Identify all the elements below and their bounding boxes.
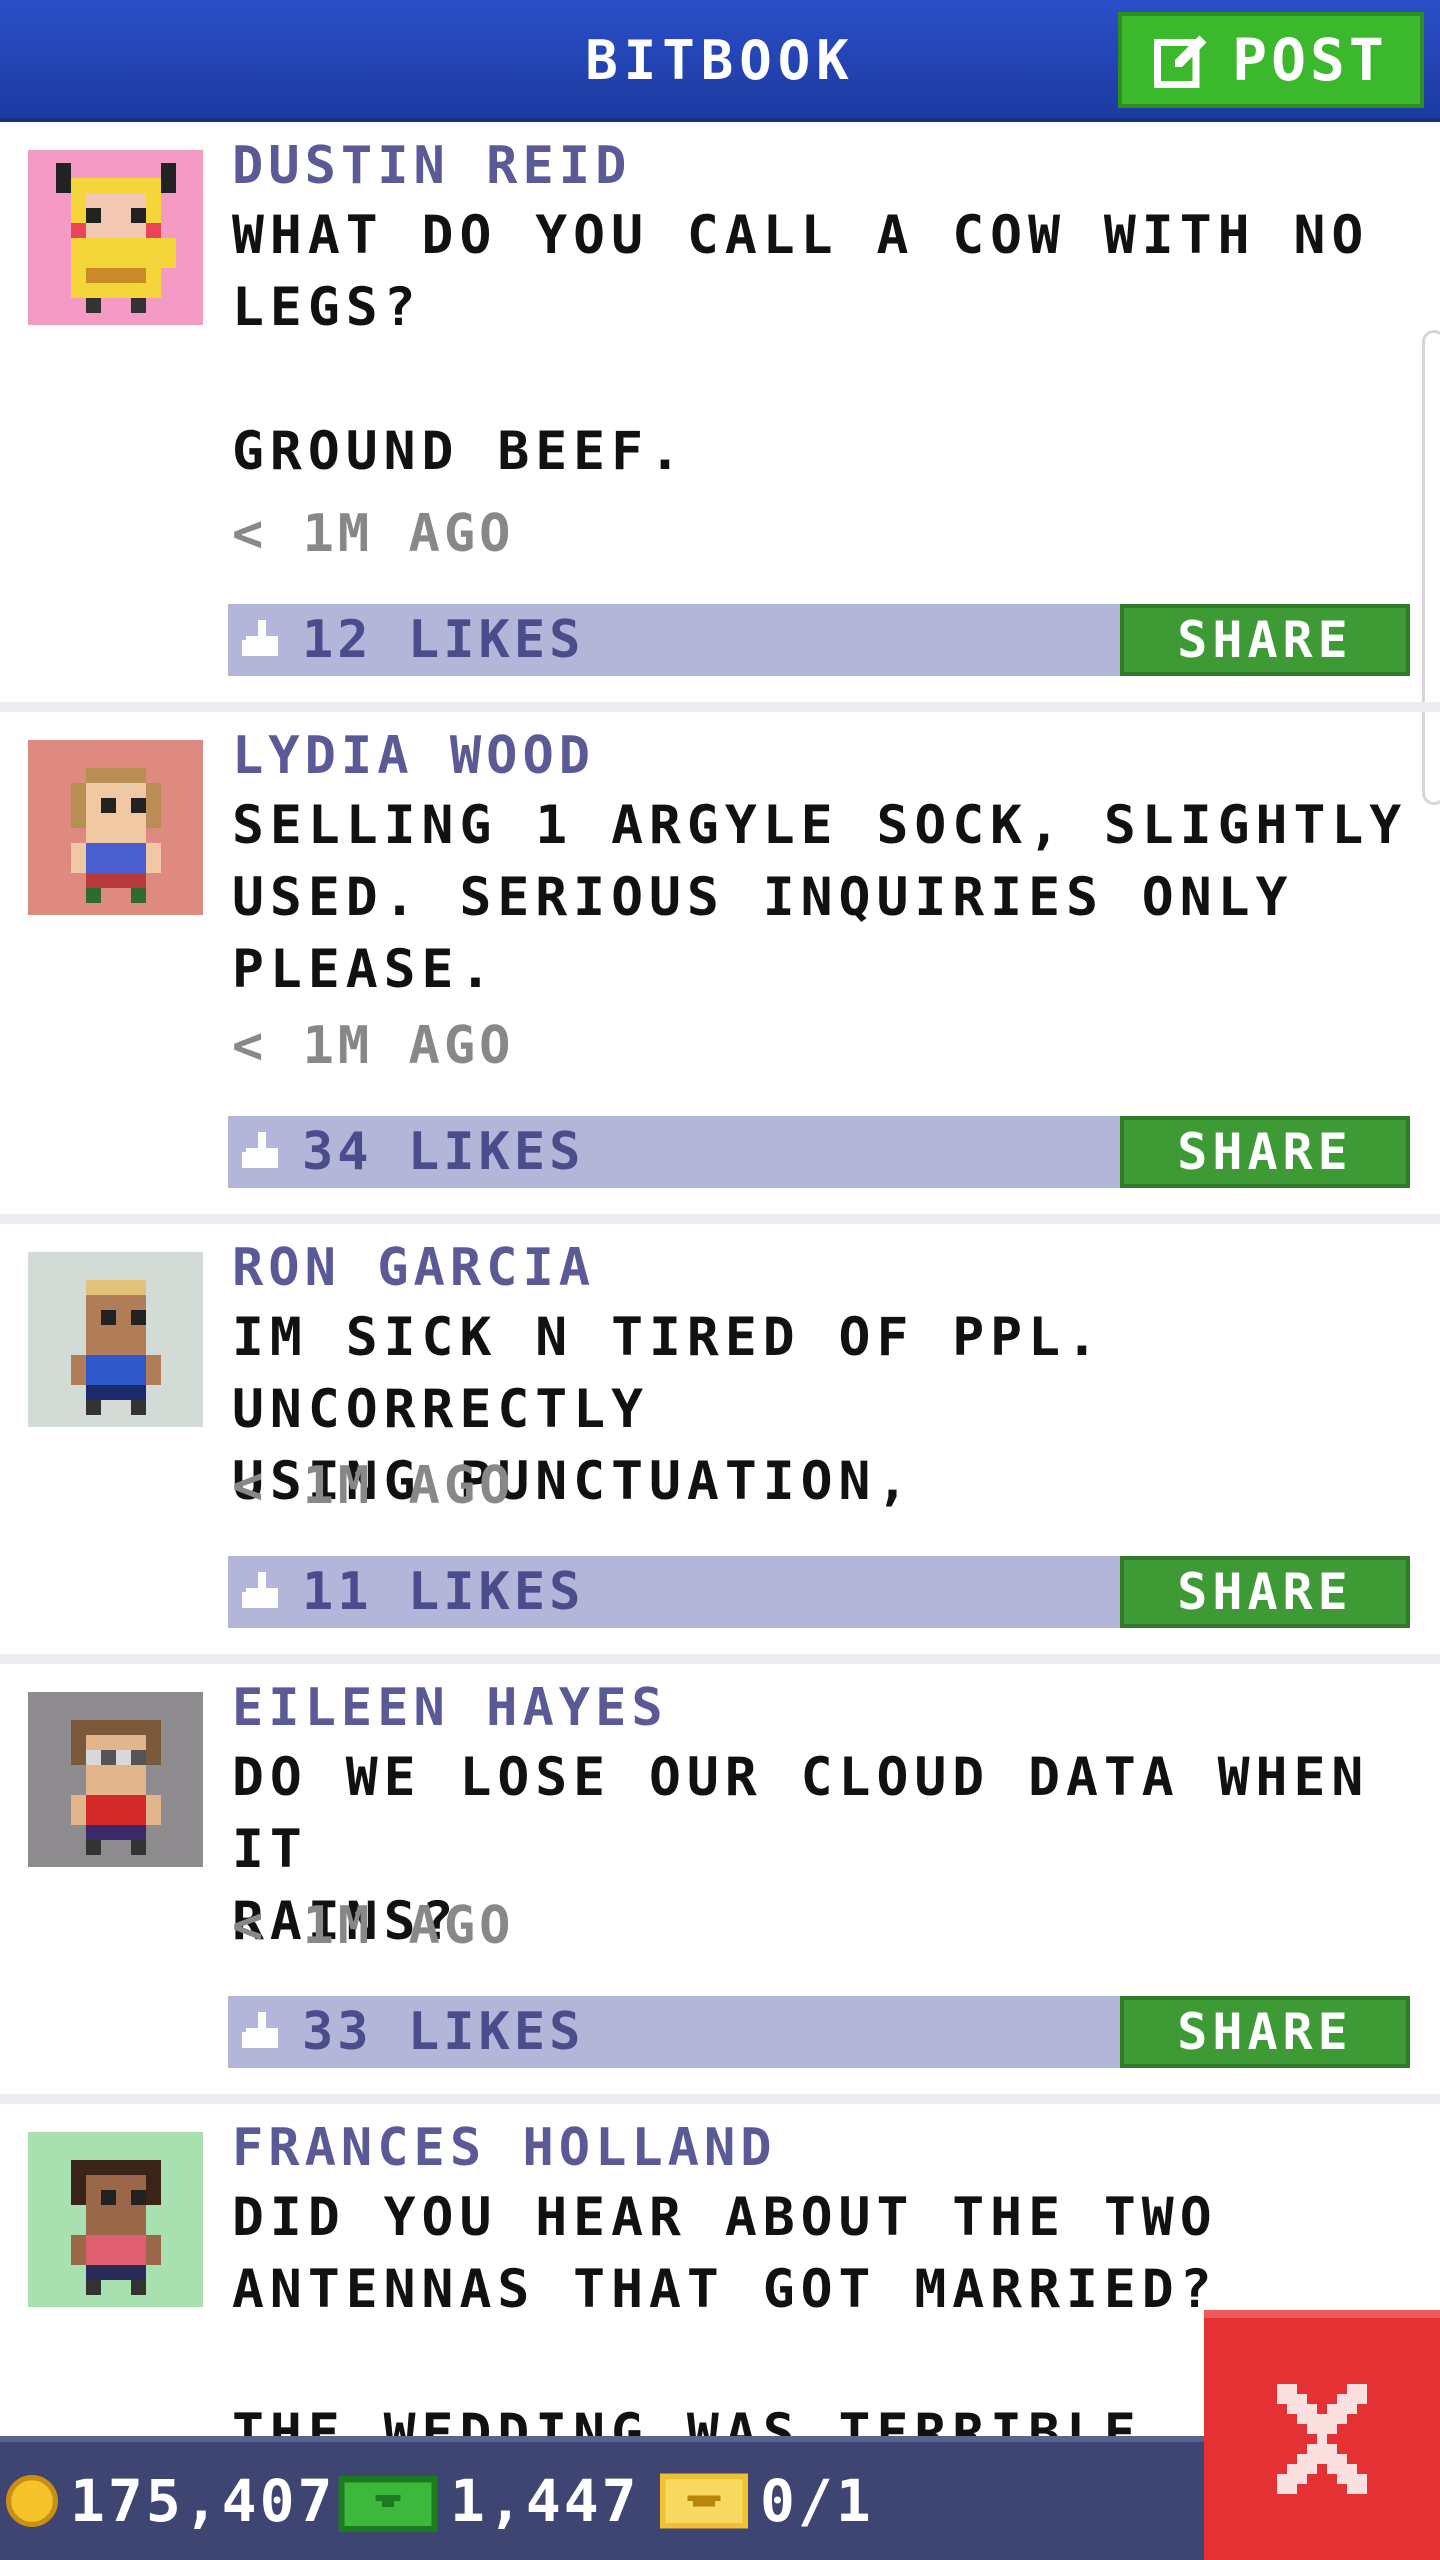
like-bar[interactable]: 11 LIKES SHARE — [228, 1556, 1410, 1628]
cash-stat: 1,447 — [338, 2442, 640, 2560]
coins-stat: 175,407 — [6, 2442, 335, 2560]
thumbs-up-icon — [242, 2012, 278, 2048]
share-button[interactable]: SHARE — [1120, 1996, 1410, 2068]
avatar[interactable] — [28, 2132, 203, 2307]
post-author[interactable]: FRANCES HOLLAND — [232, 2118, 777, 2178]
avatar[interactable] — [28, 1252, 203, 1427]
feed-post: RON GARCIA IM SICK N TIRED OF PPL. UNCOR… — [0, 1224, 1440, 1664]
coin-icon — [6, 2475, 58, 2527]
post-author[interactable]: DUSTIN REID — [232, 136, 631, 196]
like-count: 33 LIKES — [302, 2002, 585, 2062]
post-time: < 1M AGO — [232, 504, 515, 564]
app-header: BITBOOK POST — [0, 0, 1440, 122]
edit-icon — [1154, 35, 1207, 88]
post-time: < 1M AGO — [232, 1896, 515, 1956]
avatar[interactable] — [28, 740, 203, 915]
feed-post: LYDIA WOOD SELLING 1 ARGYLE SOCK, SLIGHT… — [0, 712, 1440, 1224]
feed-post: DUSTIN REID WHAT DO YOU CALL A COW WITH … — [0, 122, 1440, 712]
share-button[interactable]: SHARE — [1120, 1556, 1410, 1628]
post-author[interactable]: RON GARCIA — [232, 1238, 595, 1298]
like-bar[interactable]: 12 LIKES SHARE — [228, 604, 1410, 676]
post-button[interactable]: POST — [1118, 12, 1424, 108]
like-count: 12 LIKES — [302, 610, 585, 670]
close-button[interactable] — [1204, 2310, 1440, 2560]
cash-icon — [338, 2476, 438, 2532]
share-button[interactable]: SHARE — [1120, 1116, 1410, 1188]
cash-count: 1,447 — [450, 2467, 640, 2535]
thumbs-up-icon — [242, 1132, 278, 1168]
post-author[interactable]: LYDIA WOOD — [232, 726, 595, 786]
thumbs-up-icon — [242, 620, 278, 656]
ticket-icon — [660, 2473, 748, 2529]
like-bar[interactable]: 33 LIKES SHARE — [228, 1996, 1410, 2068]
like-bar[interactable]: 34 LIKES SHARE — [228, 1116, 1410, 1188]
thumbs-up-icon — [242, 1572, 278, 1608]
avatar[interactable] — [28, 1692, 203, 1867]
share-button[interactable]: SHARE — [1120, 604, 1410, 676]
tickets-count: 0/1 — [760, 2467, 874, 2535]
post-text: WHAT DO YOU CALL A COW WITH NO LEGS? GRO… — [232, 205, 1370, 482]
coins-count: 175,407 — [70, 2467, 336, 2535]
post-time: < 1M AGO — [232, 1456, 515, 1516]
post-time: < 1M AGO — [232, 1016, 515, 1076]
post-author[interactable]: EILEEN HAYES — [232, 1678, 668, 1738]
feed-post: EILEEN HAYES DO WE LOSE OUR CLOUD DATA W… — [0, 1664, 1440, 2104]
like-count: 34 LIKES — [302, 1122, 585, 1182]
post-button-label: POST — [1232, 26, 1388, 94]
avatar[interactable] — [28, 150, 203, 325]
post-text: SELLING 1 ARGYLE SOCK, SLIGHTLY USED. SE… — [232, 795, 1408, 1000]
close-icon — [1277, 2384, 1367, 2494]
tickets-stat: 0/1 — [660, 2442, 874, 2560]
like-count: 11 LIKES — [302, 1562, 585, 1622]
